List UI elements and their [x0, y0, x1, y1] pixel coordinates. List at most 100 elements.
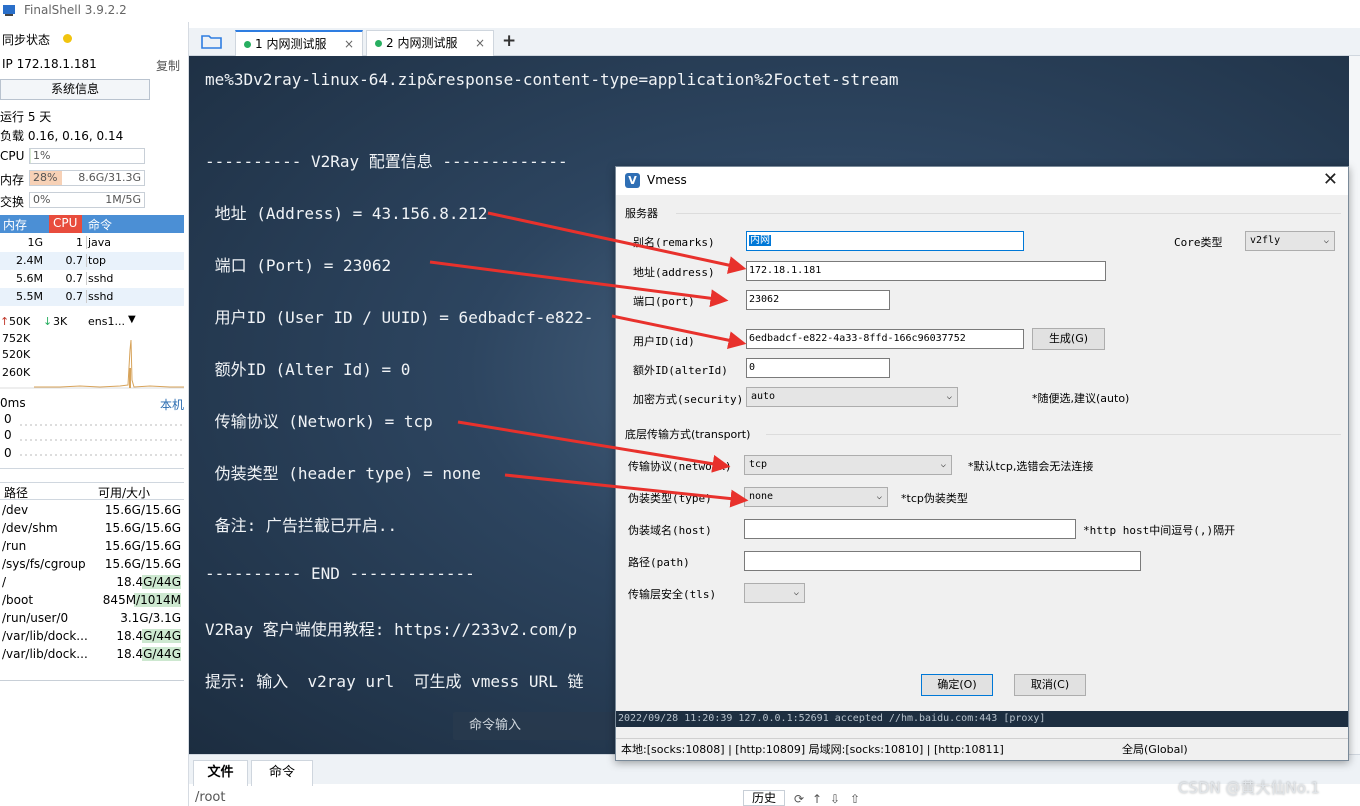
- chevron-down-icon: ⌵: [1323, 236, 1329, 246]
- disk-path: /dev: [2, 503, 29, 517]
- tab-session-1[interactable]: 1 内网测试服 ×: [235, 30, 363, 56]
- history-button[interactable]: 历史: [743, 790, 785, 806]
- terminal-line: 额外ID (Alter Id) = 0: [205, 360, 411, 379]
- ok-button[interactable]: 确定(O): [921, 674, 993, 696]
- status-bar: 本地:[socks:10808] | [http:10809] 局域网:[soc…: [616, 738, 1348, 760]
- disk-row[interactable]: / 18.4G/44G: [0, 574, 184, 592]
- alter-id-input[interactable]: 0: [746, 358, 890, 378]
- terminal-line: 端口 (Port) = 23062: [205, 256, 392, 275]
- process-row[interactable]: 2.4M 0.7 top: [0, 252, 184, 270]
- path-input[interactable]: [744, 551, 1141, 571]
- tls-select[interactable]: ⌵: [744, 583, 805, 603]
- disk-row[interactable]: /dev/shm 15.6G/15.6G: [0, 520, 184, 538]
- tab-label: 1 内网测试服: [255, 37, 327, 51]
- core-type-select[interactable]: v2fly ⌵: [1245, 231, 1335, 251]
- process-row[interactable]: 5.6M 0.7 sshd: [0, 270, 184, 288]
- refresh-icon[interactable]: ⟳: [794, 792, 808, 806]
- download-icon[interactable]: ⇩: [830, 792, 844, 806]
- process-cpu: 0.7: [65, 290, 84, 303]
- chevron-down-icon[interactable]: ▼: [128, 314, 136, 325]
- system-info-button[interactable]: 系统信息: [0, 79, 150, 100]
- terminal-line: V2Ray 客户端使用教程: https://233v2.com/p: [205, 620, 578, 639]
- address-input[interactable]: 172.18.1.181: [746, 261, 1106, 281]
- cancel-button[interactable]: 取消(C): [1014, 674, 1086, 696]
- tls-label: 传输层安全(tls): [628, 588, 717, 601]
- network-value: tcp: [749, 459, 768, 470]
- uptime: 运行 5 天: [0, 110, 52, 124]
- divider: [0, 468, 184, 469]
- process-mem-header[interactable]: 内存: [3, 216, 27, 233]
- host-hint: *http host中间逗号(,)隔开: [1083, 524, 1236, 537]
- close-icon[interactable]: ✕: [1323, 169, 1338, 190]
- disk-row[interactable]: /sys/fs/cgroup 15.6G/15.6G: [0, 556, 184, 574]
- security-label: 加密方式(security): [633, 393, 744, 406]
- load-average: 负载 0.16, 0.16, 0.14: [0, 129, 124, 143]
- copy-ip-link[interactable]: 复制: [156, 57, 180, 74]
- disk-path: /dev/shm: [2, 521, 58, 535]
- process-mem: 5.5M: [16, 290, 43, 303]
- remarks-input[interactable]: 内网: [746, 231, 1024, 251]
- terminal-line: 地址 (Address) = 43.156.8.212: [205, 204, 488, 223]
- close-icon[interactable]: ×: [475, 31, 485, 55]
- session-tab-bar: 1 内网测试服 × 2 内网测试服 × +: [189, 28, 1360, 56]
- type-value: none: [749, 491, 774, 502]
- process-mem: 5.6M: [16, 272, 43, 285]
- disk-path: /var/lib/dock...: [2, 629, 88, 643]
- chevron-down-icon: ⌵: [793, 588, 799, 598]
- port-input[interactable]: 23062: [746, 290, 890, 310]
- core-type-label: Core类型: [1174, 236, 1223, 249]
- network-hint: *默认tcp,选错会无法连接: [968, 460, 1094, 473]
- right-panel-edge: [1349, 56, 1360, 754]
- dialog-title: Vmess: [647, 173, 687, 187]
- ping-graph: [20, 424, 184, 456]
- upload-icon[interactable]: ⇧: [850, 792, 864, 806]
- close-icon[interactable]: ×: [344, 32, 354, 56]
- add-tab-button[interactable]: +: [502, 31, 516, 51]
- chevron-down-icon: ⌵: [876, 492, 882, 502]
- process-cmd-header[interactable]: 命令: [88, 216, 112, 233]
- disk-row[interactable]: /run 15.6G/15.6G: [0, 538, 184, 556]
- disk-row[interactable]: /dev 15.6G/15.6G: [0, 502, 184, 520]
- file-path[interactable]: /root: [195, 790, 225, 805]
- vmess-dialog: V Vmess ✕ 服务器 别名(remarks) 内网 Core类型 v2fl…: [615, 166, 1349, 761]
- tab-files[interactable]: 文件: [193, 760, 248, 786]
- process-table-header[interactable]: 内存 CPU 命令: [0, 215, 184, 233]
- disk-size-header[interactable]: 可用/大小: [98, 484, 150, 501]
- disk-row[interactable]: /run/user/0 3.1G/3.1G: [0, 610, 184, 628]
- type-select[interactable]: none ⌵: [744, 487, 888, 507]
- network-select[interactable]: tcp ⌵: [744, 455, 952, 475]
- disk-size: 15.6G/15.6G: [104, 539, 181, 553]
- up-icon[interactable]: ↑: [812, 792, 826, 806]
- net-down-value: 3K: [53, 315, 68, 328]
- disk-row[interactable]: /var/lib/dock... 18.4G/44G: [0, 628, 184, 646]
- title-bar: FinalShell 3.9.2.2: [0, 0, 1360, 22]
- tab-session-2[interactable]: 2 内网测试服 ×: [366, 30, 494, 56]
- divider: [0, 680, 184, 681]
- disk-path: /sys/fs/cgroup: [2, 557, 86, 571]
- process-cpu: 0.7: [65, 272, 84, 285]
- address-label: 地址(address): [633, 266, 715, 279]
- disk-row[interactable]: /boot 845M/1014M: [0, 592, 184, 610]
- disk-row[interactable]: /var/lib/dock... 18.4G/44G: [0, 646, 184, 664]
- terminal-line: 用户ID (User ID / UUID) = 6edbadcf-e822-: [205, 308, 594, 327]
- disk-path-header[interactable]: 路径: [4, 484, 28, 501]
- security-select[interactable]: auto ⌵: [746, 387, 958, 407]
- host-input[interactable]: [744, 519, 1076, 539]
- process-row[interactable]: 5.5M 0.7 sshd: [0, 288, 184, 306]
- section-server: 服务器: [625, 207, 658, 220]
- user-id-input[interactable]: 6edbadcf-e822-4a33-8ffd-166c96037752: [746, 329, 1024, 349]
- process-row[interactable]: 1G 1 java: [0, 234, 184, 252]
- folder-icon[interactable]: [201, 33, 223, 49]
- tab-commands[interactable]: 命令: [251, 760, 313, 786]
- generate-button[interactable]: 生成(G): [1032, 328, 1105, 350]
- disk-size: 15.6G/15.6G: [104, 503, 181, 517]
- watermark: CSDN @黄大仙No.1: [1178, 779, 1320, 797]
- log-line: 2022/09/28 11:20:39 127.0.0.1:52691 acce…: [616, 711, 1348, 727]
- type-hint: *tcp伪装类型: [901, 492, 968, 505]
- process-cpu-header[interactable]: CPU: [53, 216, 77, 230]
- status-mode[interactable]: 全局(Global): [1122, 739, 1188, 761]
- net-interface-select[interactable]: ens1...: [88, 315, 125, 328]
- connected-dot: [375, 40, 382, 47]
- chevron-down-icon: ⌵: [946, 392, 952, 402]
- port-label: 端口(port): [633, 295, 695, 308]
